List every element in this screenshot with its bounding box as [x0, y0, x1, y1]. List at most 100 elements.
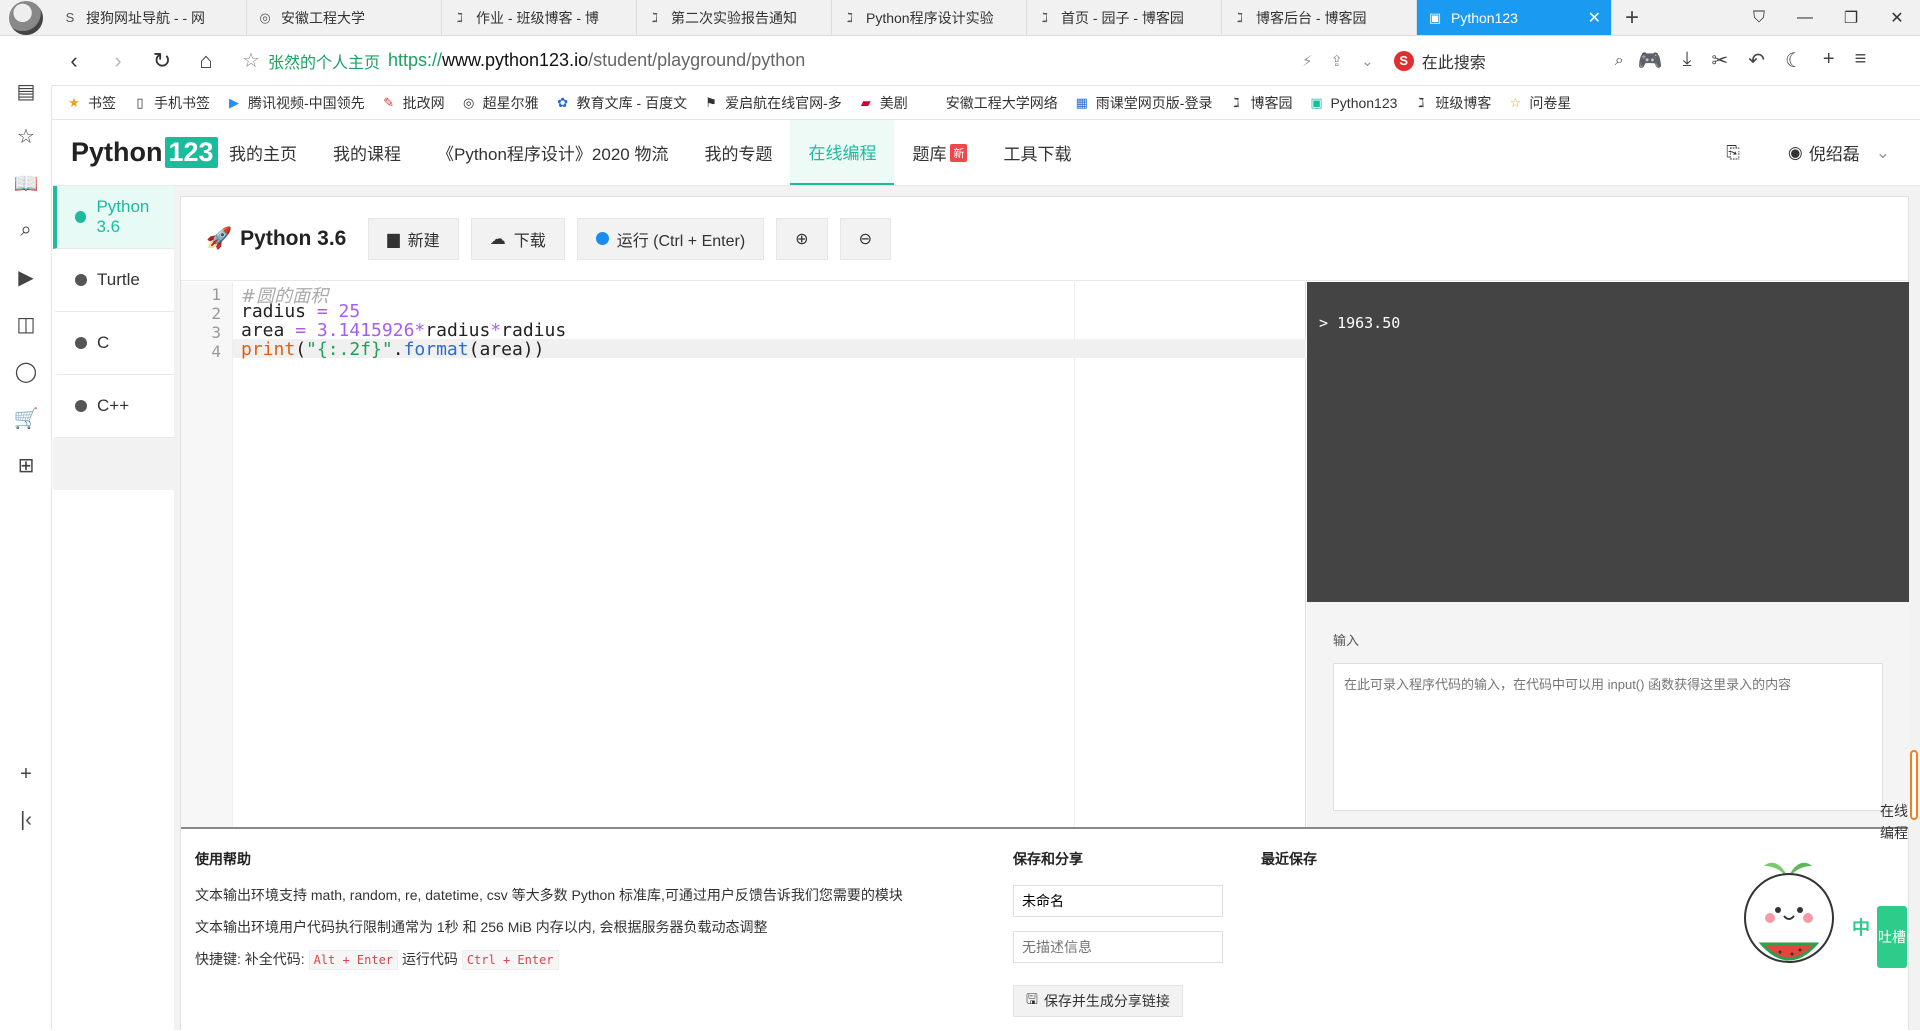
language-c[interactable]: C: [53, 312, 174, 375]
new-tab-button[interactable]: +: [1612, 0, 1652, 35]
share-icon[interactable]: ⇪: [1331, 52, 1344, 70]
cnblogs-icon: ℷ: [651, 9, 659, 25]
language-cpp[interactable]: C++: [53, 375, 174, 438]
snippet-desc-input[interactable]: [1013, 931, 1223, 963]
bookmark-item[interactable]: ⚑ 爱启航在线官网-多: [703, 93, 842, 113]
bookmark-item[interactable]: 安徽工程大学网络: [924, 93, 1058, 113]
pigai-icon: ✎: [383, 94, 395, 110]
browser-tab-bar: S 搜狗网址导航 - - 网 ◎ 安徽工程大学 ℷ 作业 - 班级博客 - 博 ℷ 第二…: [0, 0, 1920, 36]
cart-icon[interactable]: 🛒: [13, 405, 39, 431]
browser-tab[interactable]: S 搜狗网址导航 - - 网: [52, 0, 247, 35]
close-window-button[interactable]: ✕: [1874, 0, 1920, 35]
bookmark-item[interactable]: ▯ 手机书签: [132, 93, 210, 113]
new-file-button[interactable]: ▆ 新建: [368, 217, 459, 260]
bookmark-item[interactable]: ℷ 博客园: [1228, 93, 1292, 113]
home-button[interactable]: ⌂: [184, 48, 228, 74]
bookmark-item[interactable]: ★ 书签: [66, 93, 116, 113]
ime-indicator[interactable]: 中: [1852, 914, 1870, 940]
add-icon[interactable]: +: [1823, 48, 1835, 73]
profile-avatar[interactable]: [0, 0, 52, 35]
undo-icon[interactable]: ↶: [1748, 48, 1765, 73]
live-icon[interactable]: ◫: [13, 311, 39, 337]
nav-courses[interactable]: 我的课程: [315, 120, 419, 185]
watermelon-mascot-icon[interactable]: [1740, 856, 1838, 974]
bookmark-item[interactable]: ▰ 美剧: [858, 93, 908, 113]
bookmark-item[interactable]: ▶ 腾讯视频-中国领先: [226, 93, 365, 113]
new-badge: 新: [950, 143, 968, 162]
book-icon[interactable]: 📖: [13, 170, 39, 196]
dot-icon: [75, 400, 87, 412]
minimize-button[interactable]: —: [1782, 0, 1828, 35]
nav-course-python[interactable]: 《Python程序设计》2020 物流: [419, 120, 686, 185]
reload-button[interactable]: ↻: [140, 48, 184, 74]
video-icon[interactable]: ▶: [13, 264, 39, 290]
code-editor[interactable]: 1 2 3 4 #圆的面积 radius = 25 area = 3.14159…: [181, 282, 1306, 827]
translate-icon[interactable]: ⊞: [13, 452, 39, 478]
rain-icon: ▦: [1075, 94, 1088, 110]
download-icon[interactable]: ⤓: [1683, 48, 1692, 73]
translate-icon[interactable]: ⎘: [1726, 143, 1740, 163]
lightning-icon[interactable]: ⚡: [1302, 52, 1313, 70]
user-menu[interactable]: ◉ 倪绍磊 ⌄: [1788, 140, 1890, 165]
moon-icon[interactable]: ☾: [1785, 48, 1803, 73]
page-scrollbar[interactable]: [1910, 750, 1918, 820]
nav-online-coding[interactable]: 在线编程: [790, 120, 895, 185]
browser-tab[interactable]: ◎ 安徽工程大学: [247, 0, 442, 35]
chevron-down-icon[interactable]: ⌄: [1361, 52, 1374, 70]
flag-icon: ⚑: [705, 94, 717, 110]
feedback-button[interactable]: 吐槽: [1877, 906, 1907, 968]
forward-button[interactable]: ›: [96, 48, 140, 74]
url-field[interactable]: ☆ 张然的个人主页 https://www.python123.io/stude…: [242, 48, 1302, 73]
language-turtle[interactable]: Turtle: [53, 249, 174, 312]
browser-tab[interactable]: ℷ 作业 - 班级博客 - 博: [442, 0, 637, 35]
search-box[interactable]: S 在此搜索 ⌕: [1393, 49, 1624, 73]
menu-icon[interactable]: ≡: [1855, 48, 1867, 73]
cloud-download-icon: ☁: [489, 230, 506, 248]
python123-icon: ▣: [1428, 9, 1442, 25]
add-icon[interactable]: +: [13, 761, 39, 787]
back-button[interactable]: ‹: [52, 48, 96, 74]
bookmark-item[interactable]: ℷ 班级博客: [1413, 93, 1491, 113]
site-logo[interactable]: Python 123: [53, 120, 218, 185]
save-share-button[interactable]: 🖫 保存并生成分享链接: [1013, 985, 1183, 1017]
shirt-icon[interactable]: ⛉: [1736, 0, 1782, 35]
bookmark-item[interactable]: ◎ 超星尔雅: [461, 93, 539, 113]
cnblogs-icon: ℷ: [846, 9, 854, 25]
close-tab-icon[interactable]: ✕: [1588, 8, 1601, 28]
zoom-in-button[interactable]: ⊕: [776, 217, 828, 260]
search-icon[interactable]: ⌕: [13, 217, 39, 243]
restore-button[interactable]: ❐: [1828, 0, 1874, 35]
run-button[interactable]: 运行 (Ctrl + Enter): [576, 217, 765, 260]
browser-tab[interactable]: ℷ 首页 - 园子 - 博客园: [1027, 0, 1222, 35]
chat-icon[interactable]: ◯: [13, 358, 39, 384]
browser-tab[interactable]: ℷ 第二次实验报告通知: [637, 0, 832, 35]
browser-tab[interactable]: ℷ Python程序设计实验: [832, 0, 1027, 35]
bookmark-item[interactable]: ▣ Python123: [1308, 95, 1397, 111]
language-python36[interactable]: Python 3.6: [53, 186, 174, 249]
side-online-coding-label[interactable]: 在线编程: [1880, 800, 1908, 844]
nav-question-bank[interactable]: 题库新: [894, 120, 985, 185]
stdin-textarea[interactable]: [1333, 663, 1883, 811]
bookmark-item[interactable]: ☆ 问卷星: [1507, 93, 1572, 113]
snippet-name-input[interactable]: [1013, 885, 1223, 917]
bookmark-item[interactable]: ✎ 批改网: [381, 93, 444, 113]
collapse-sidebar-icon[interactable]: |‹: [13, 807, 39, 833]
bookmark-star-icon[interactable]: ☆: [242, 48, 260, 73]
favorites-star-icon[interactable]: ☆: [13, 123, 39, 149]
bookmark-item[interactable]: ▦ 雨课堂网页版-登录: [1074, 93, 1213, 113]
nav-home[interactable]: 我的主页: [211, 120, 315, 185]
nav-tools-download[interactable]: 工具下载: [985, 120, 1089, 185]
recent-saves: 最近保存: [1261, 851, 1317, 867]
user-icon: ◉: [1787, 142, 1803, 162]
browser-tab-active[interactable]: ▣ Python123 ✕: [1417, 0, 1612, 35]
browser-tab[interactable]: ℷ 博客后台 - 博客园: [1222, 0, 1417, 35]
cnblogs-icon: ℷ: [1418, 94, 1425, 110]
gamepad-icon[interactable]: 🎮: [1638, 48, 1663, 73]
news-icon[interactable]: ▤: [13, 78, 39, 104]
download-button[interactable]: ☁ 下载: [470, 217, 565, 260]
bookmark-item[interactable]: ✿ 教育文库 - 百度文: [555, 93, 687, 113]
nav-topics[interactable]: 我的专题: [686, 120, 790, 185]
scissors-icon[interactable]: ✂: [1711, 48, 1728, 73]
search-icon[interactable]: ⌕: [1615, 52, 1624, 70]
zoom-out-button[interactable]: ⊖: [839, 217, 891, 260]
